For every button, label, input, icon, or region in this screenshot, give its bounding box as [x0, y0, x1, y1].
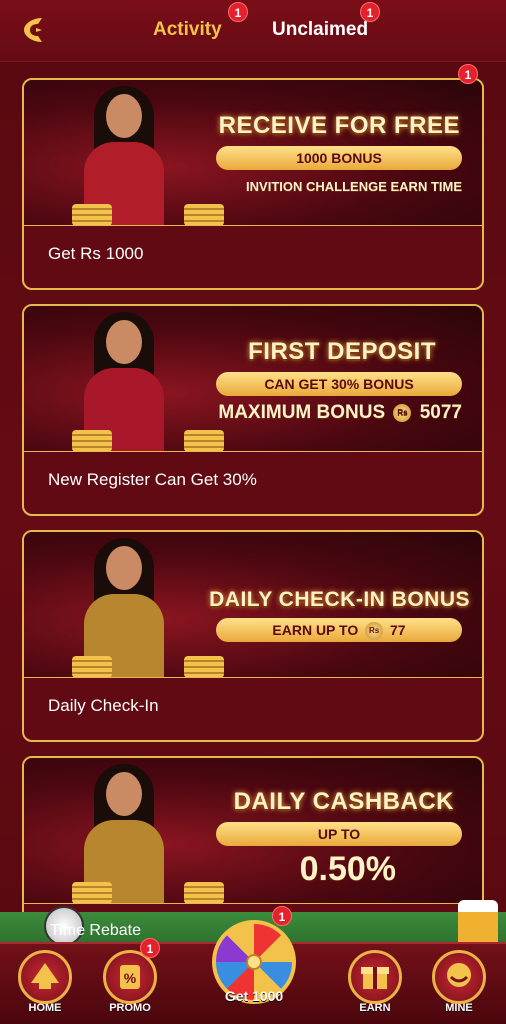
top-header: Activity 1 Unclaimed 1 [0, 0, 506, 62]
gift-icon [348, 950, 402, 1004]
gold-coins-icon [72, 882, 112, 903]
gold-coins-icon [184, 204, 224, 225]
wheel-label[interactable]: Get 1000 [212, 988, 296, 1004]
banner-subtitle: 0.50% [299, 850, 396, 888]
promo-banner: DAILY CHECK-IN BONUS EARN UP TO Rs 77 [24, 532, 482, 678]
banner-title: DAILY CASHBACK [233, 788, 454, 815]
banner-pill: CAN GET 30% BONUS [216, 372, 462, 396]
promo-card-daily-checkin[interactable]: DAILY CHECK-IN BONUS EARN UP TO Rs 77 Da… [22, 530, 484, 742]
gold-coins-icon [72, 430, 112, 451]
svg-text:%: % [124, 970, 137, 986]
wheel-badge: 1 [272, 906, 292, 926]
nav-promo[interactable]: % PROMO [95, 950, 165, 1022]
tab-unclaimed[interactable]: Unclaimed [272, 19, 368, 41]
back-arrow-icon[interactable] [18, 14, 50, 46]
user-icon [432, 950, 486, 1004]
model-illustration [64, 86, 224, 225]
promo-list: RECEIVE FOR FREE 1000 BONUS INVITION CHA… [0, 62, 506, 942]
rupee-coin-icon: Rs [365, 622, 384, 641]
nav-earn[interactable]: EARN [340, 950, 410, 1022]
home-icon [18, 950, 72, 1004]
model-illustration [64, 312, 224, 451]
earn-up-to-value: 77 [390, 622, 406, 638]
tab-activity-label: Activity [153, 19, 222, 40]
gold-coins-icon [184, 430, 224, 451]
card-caption: Get Rs 1000 [48, 244, 144, 263]
banner-subtitle: MAXIMUM BONUS Rs 5077 [218, 402, 462, 424]
banner-pill: 1000 BONUS [216, 146, 462, 170]
nav-home[interactable]: HOME [10, 950, 80, 1022]
banner-title: RECEIVE FOR FREE [218, 112, 460, 139]
banner-pill: EARN UP TO Rs 77 [216, 618, 462, 642]
max-bonus-value: 5077 [419, 402, 462, 423]
promo-banner: FIRST DEPOSIT CAN GET 30% BONUS MAXIMUM … [24, 306, 482, 452]
card-caption: New Register Can Get 30% [48, 470, 257, 489]
card-badge: 1 [458, 64, 478, 84]
banner-title: FIRST DEPOSIT [248, 338, 436, 365]
model-illustration [64, 538, 224, 677]
card-caption: Daily Check-In [48, 696, 159, 715]
banner-title: DAILY CHECK-IN BONUS [209, 588, 470, 611]
card-caption: Time Rebate [50, 922, 141, 939]
gold-coins-icon [72, 204, 112, 225]
activity-badge: 1 [228, 2, 248, 22]
banner-pill: UP TO [216, 822, 462, 846]
promo-badge: 1 [140, 938, 160, 958]
promo-banner: RECEIVE FOR FREE 1000 BONUS INVITION CHA… [24, 80, 482, 226]
promo-banner: DAILY CASHBACK UP TO 0.50% [24, 758, 482, 904]
max-bonus-label: MAXIMUM BONUS [218, 402, 386, 423]
nav-mine[interactable]: MINE [424, 950, 494, 1022]
gold-coins-icon [184, 882, 224, 903]
promo-card-receive-free[interactable]: RECEIVE FOR FREE 1000 BONUS INVITION CHA… [22, 78, 484, 290]
promo-icon: % [103, 950, 157, 1004]
banner-subtitle: INVITION CHALLENGE EARN TIME [246, 179, 462, 194]
tab-unclaimed-label: Unclaimed [272, 19, 369, 40]
earn-up-to-label: EARN UP TO [272, 622, 359, 638]
rupee-coin-icon: Rs [393, 403, 412, 422]
gold-coins-icon [184, 656, 224, 677]
model-illustration [64, 764, 224, 903]
unclaimed-badge: 1 [360, 2, 380, 22]
gold-coins-icon [72, 656, 112, 677]
tab-activity[interactable]: Activity [153, 19, 222, 41]
promo-card-first-deposit[interactable]: FIRST DEPOSIT CAN GET 30% BONUS MAXIMUM … [22, 304, 484, 516]
